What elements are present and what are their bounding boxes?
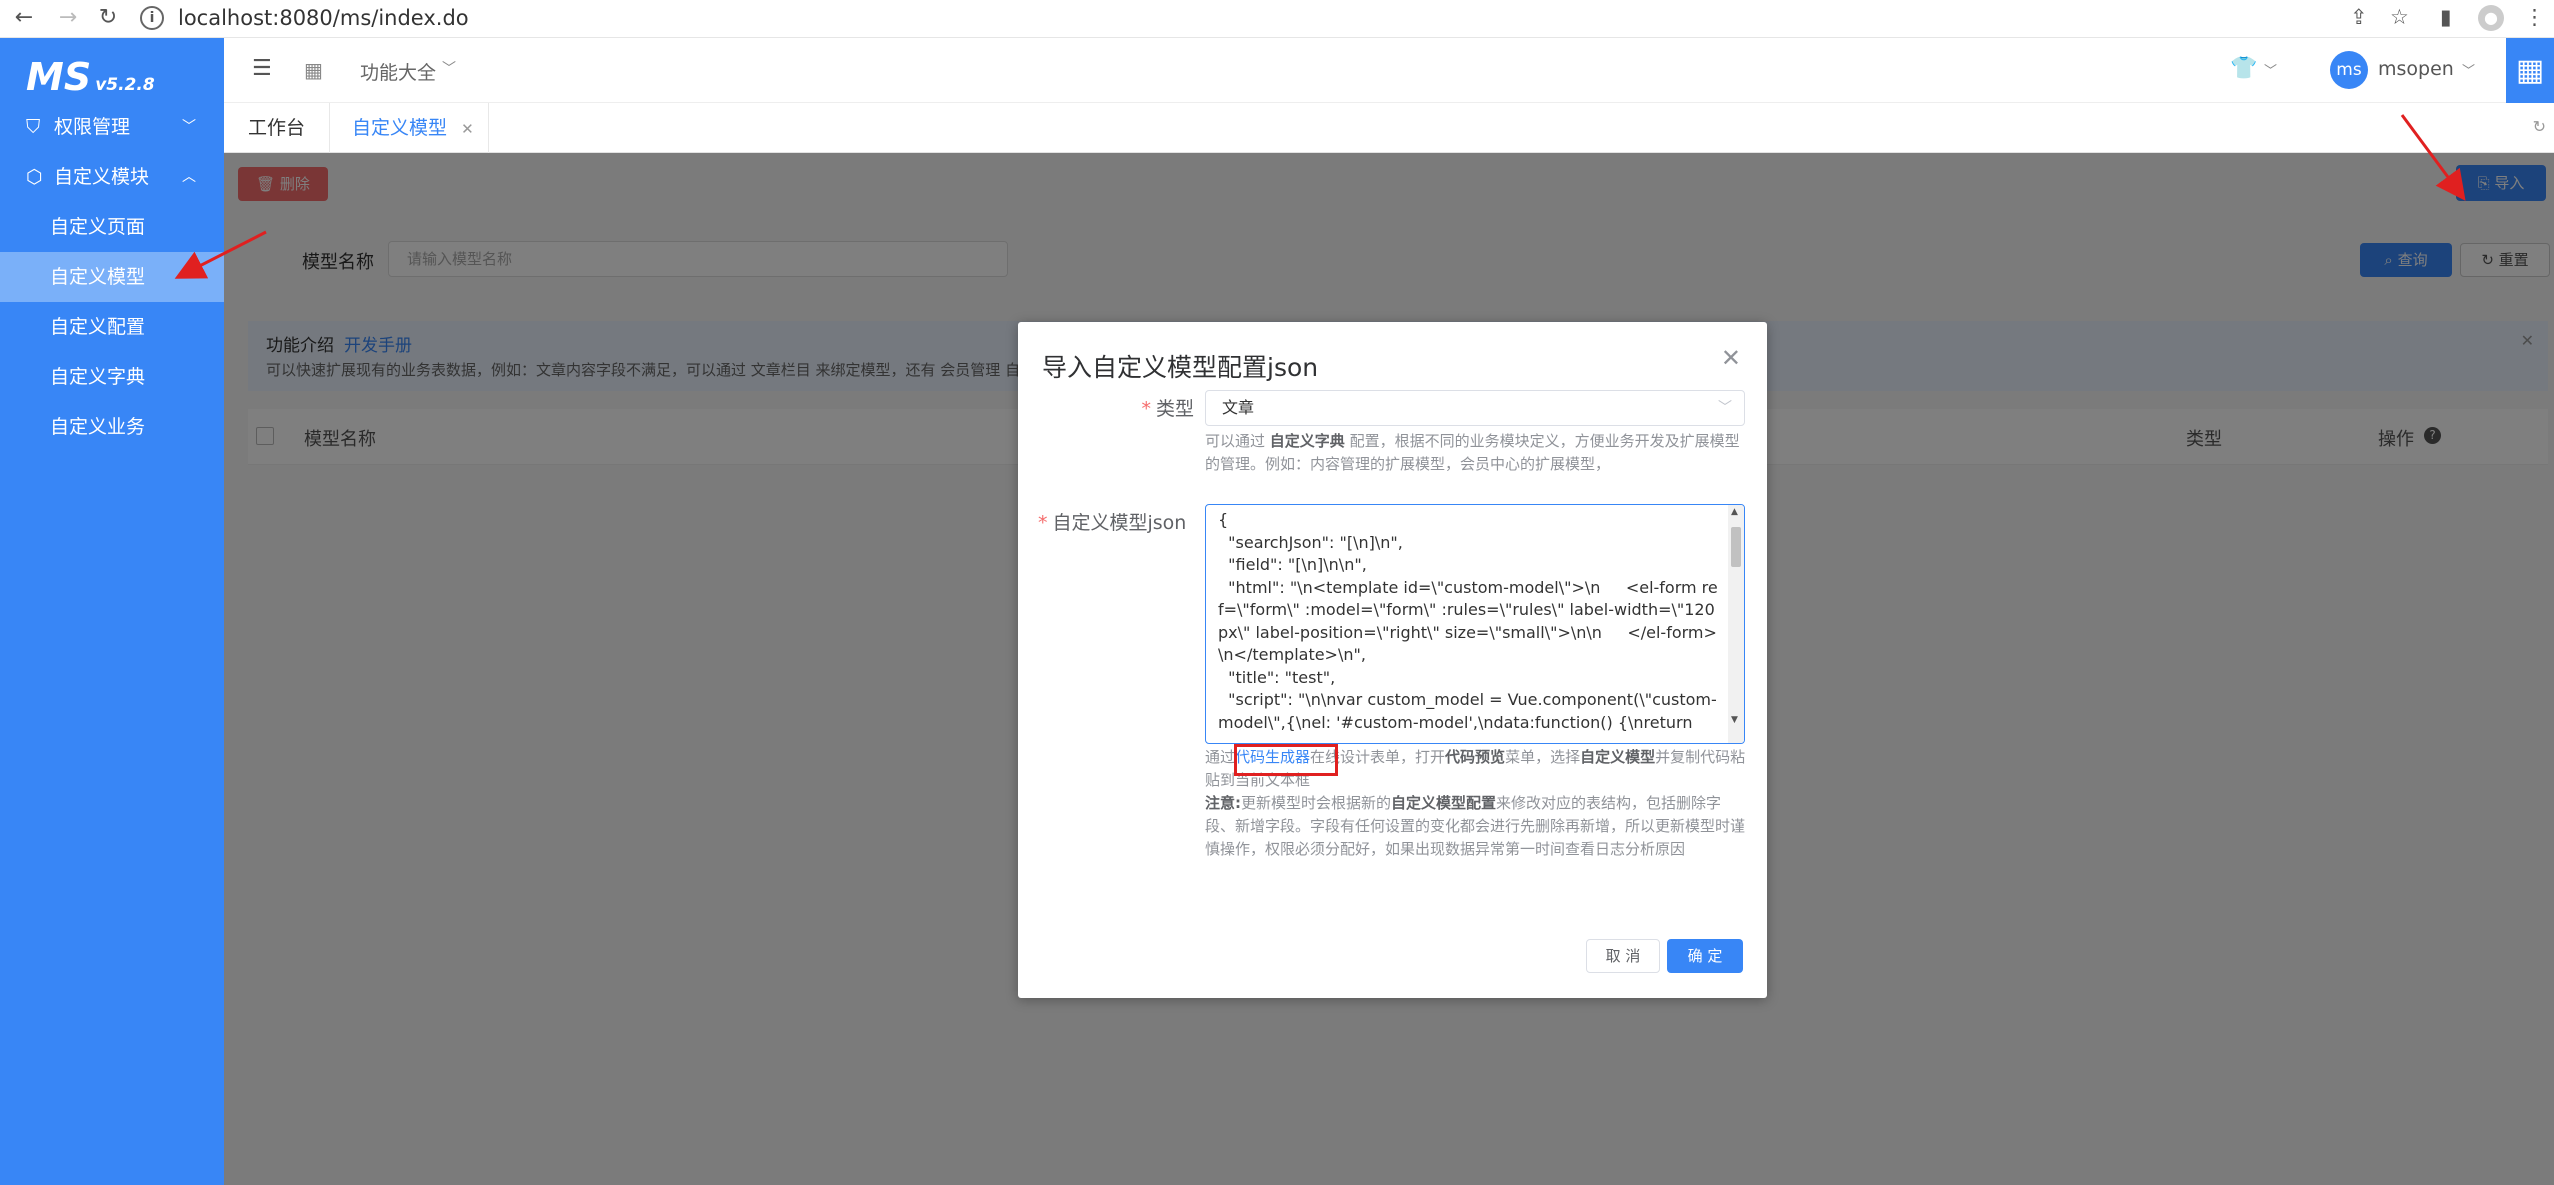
arrow-to-sidebar — [174, 230, 267, 279]
arrow-to-import — [2400, 114, 2466, 201]
annotation-arrows — [174, 114, 2466, 279]
